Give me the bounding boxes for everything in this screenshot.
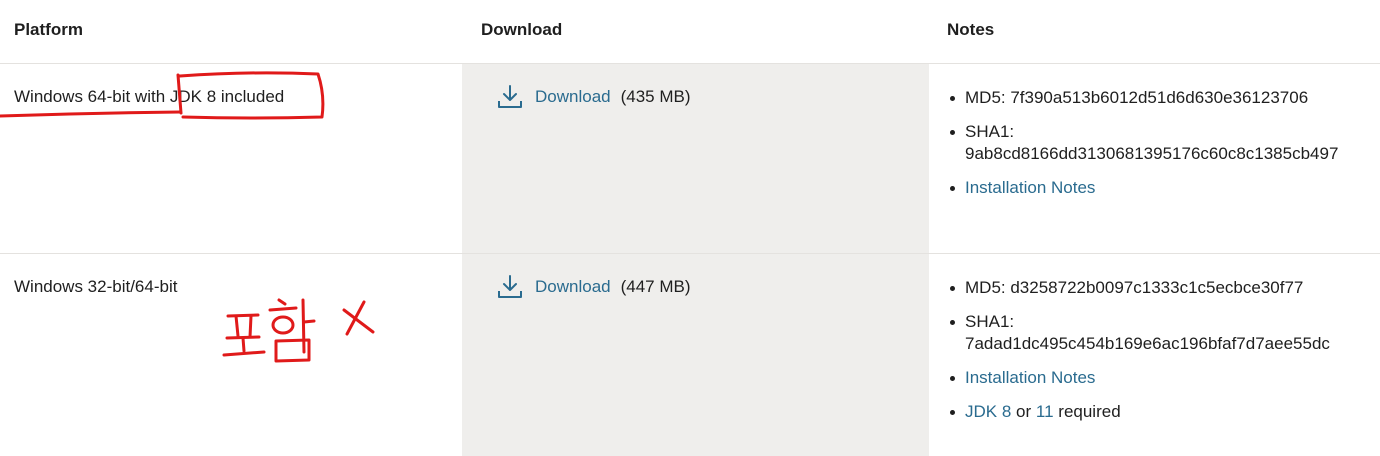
row2-notes: MD5: d3258722b0097c1333c1c5ecbce30f77 SH… — [948, 277, 1368, 435]
row1-installation-notes: Installation Notes — [948, 177, 1368, 199]
row2-sha1: SHA1: 7adad1dc495c454b169e6ac196bfaf7d7a… — [948, 311, 1368, 355]
row1-notes: MD5: 7f390a513b6012d51d6d630e36123706 SH… — [948, 87, 1368, 211]
row-divider — [0, 253, 1380, 254]
header-notes: Notes — [947, 20, 995, 39]
row2-platform: Windows 32-bit/64-bit — [14, 277, 178, 296]
row2-installation-notes: Installation Notes — [948, 367, 1368, 389]
row1-download: Download (435 MB) — [497, 84, 691, 110]
download-arrow-icon[interactable] — [497, 84, 523, 110]
jdk8-link[interactable]: JDK 8 — [965, 402, 1011, 421]
row2-download: Download (447 MB) — [497, 274, 691, 300]
header-divider — [0, 63, 1380, 64]
row2-download-link[interactable]: Download — [535, 277, 611, 297]
download-column-background — [462, 64, 929, 456]
header-platform: Platform — [14, 20, 83, 39]
row2-md5: MD5: d3258722b0097c1333c1c5ecbce30f77 — [948, 277, 1368, 299]
row1-file-size: (435 MB) — [620, 87, 691, 106]
row1-sha1: SHA1: 9ab8cd8166dd3130681395176c60c8c138… — [948, 121, 1368, 165]
row2-installation-notes-link[interactable]: Installation Notes — [965, 368, 1095, 387]
row1-download-link[interactable]: Download — [535, 87, 611, 107]
row1-installation-notes-link[interactable]: Installation Notes — [965, 178, 1095, 197]
row2-file-size: (447 MB) — [620, 277, 691, 296]
jdk11-link[interactable]: 11 — [1036, 402, 1054, 421]
row1-md5: MD5: 7f390a513b6012d51d6d630e36123706 — [948, 87, 1368, 109]
handwritten-annotation — [222, 298, 375, 363]
header-download: Download — [481, 20, 563, 39]
downloads-table: Platform Download Notes Windows 64-bit w… — [0, 0, 1380, 456]
download-arrow-icon[interactable] — [497, 274, 523, 300]
annotation-underline — [0, 110, 182, 118]
row2-requirements: JDK 8 or 11 required — [948, 401, 1368, 423]
row1-platform: Windows 64-bit with JDK 8 included — [14, 87, 285, 106]
